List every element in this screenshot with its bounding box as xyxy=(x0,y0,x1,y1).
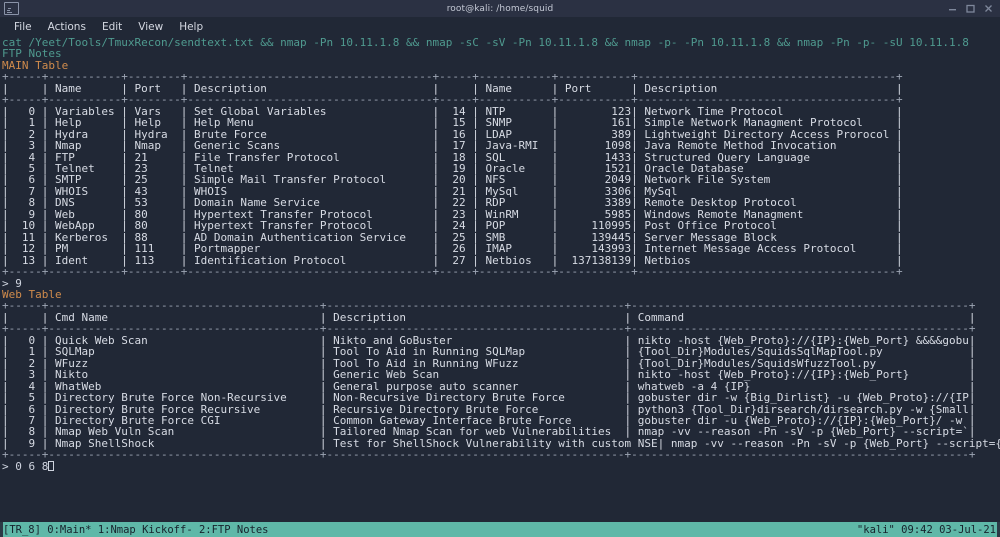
terminal-output-area[interactable]: cat /Yeet/Tools/TmuxRecon/sendtext.txt &… xyxy=(0,37,1000,522)
text-cursor xyxy=(48,460,55,471)
terminal-line: cat /Yeet/Tools/TmuxRecon/sendtext.txt &… xyxy=(2,37,969,49)
window-controls xyxy=(948,4,1000,13)
terminal-line: +-----+-----------+--------+------------… xyxy=(2,265,903,279)
minimize-icon[interactable] xyxy=(948,4,957,13)
tmux-status-bar: [TR_8] 0:Main* 1:Nmap Kickoff- 2:FTP Not… xyxy=(0,522,1000,537)
menu-item-file[interactable]: File xyxy=(6,20,40,34)
menu-bar: File Actions Edit View Help xyxy=(0,17,1000,37)
terminal-line: > 0 6 8 xyxy=(2,461,1000,472)
menu-item-actions[interactable]: Actions xyxy=(40,20,94,34)
terminal-line: +-----+---------------------------------… xyxy=(2,448,976,462)
maximize-icon[interactable] xyxy=(966,4,975,13)
status-left-edge xyxy=(0,522,3,537)
terminal-window: root@kali: /home/squid File Actions Edit… xyxy=(0,0,1000,537)
menu-item-view[interactable]: View xyxy=(130,20,171,34)
menu-item-help[interactable]: Help xyxy=(171,20,211,34)
window-title: root@kali: /home/squid xyxy=(446,3,554,14)
terminal-line: FTP Notes xyxy=(2,47,62,61)
terminal-line: > 9 xyxy=(2,276,22,290)
title-bar: root@kali: /home/squid xyxy=(0,0,1000,17)
close-icon[interactable] xyxy=(984,4,993,13)
status-host-time: "kali" 09:42 03-Jul-21 xyxy=(856,523,996,536)
menu-item-edit[interactable]: Edit xyxy=(94,20,130,34)
status-session-and-windows[interactable]: [TR_8] 0:Main* 1:Nmap Kickoff- 2:FTP Not… xyxy=(0,524,269,536)
